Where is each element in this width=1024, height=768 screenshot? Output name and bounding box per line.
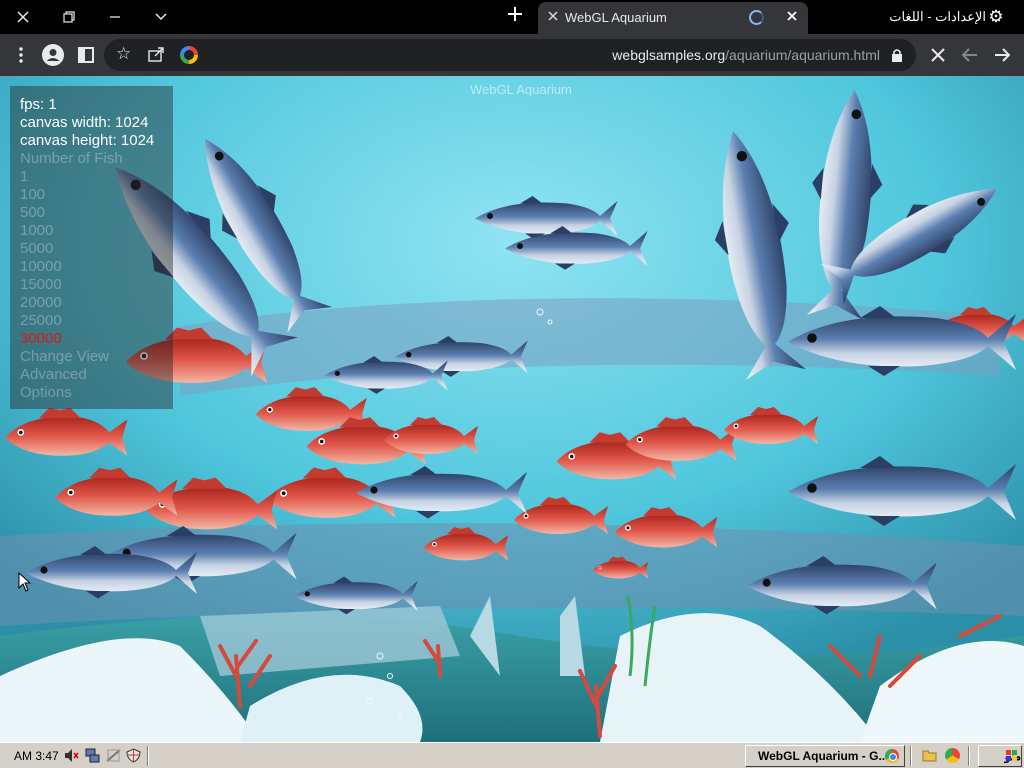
- arrow-right-icon: [995, 48, 1010, 62]
- chrome-icon[interactable]: [945, 748, 960, 763]
- taskbar: AM 3:47 WebGL Aquarium - G... منو: [0, 742, 1024, 768]
- taskbar-window-title: WebGL Aquarium - G...: [758, 749, 889, 763]
- plus-icon: [508, 7, 522, 21]
- address-bar[interactable]: ☆ webglsamples.org/aquarium/aquarium.htm…: [104, 39, 916, 71]
- fish-count-option[interactable]: 500: [20, 204, 45, 222]
- fish-count-option[interactable]: 100: [20, 186, 45, 204]
- options-button[interactable]: Options: [20, 384, 72, 402]
- close-icon: [17, 11, 29, 23]
- tab-title: WebGL Aquarium: [565, 10, 667, 25]
- taskbar-window-button[interactable]: WebGL Aquarium - G...: [745, 745, 905, 767]
- page-title: WebGL Aquarium: [470, 82, 572, 97]
- tab-close-button[interactable]: [783, 8, 801, 26]
- chrome-icon: [885, 749, 899, 763]
- tab-settings[interactable]: الإعدادات - اللغات: [889, 9, 986, 25]
- close-window-button[interactable]: [0, 0, 46, 34]
- advanced-button[interactable]: Advanced: [20, 366, 87, 384]
- new-tab-button[interactable]: [504, 6, 526, 28]
- mouse-cursor-icon: [18, 572, 32, 592]
- back-button[interactable]: [958, 43, 982, 67]
- taskbar-divider: [968, 746, 970, 766]
- profile-icon: [42, 44, 64, 66]
- loading-spinner-icon: [749, 10, 764, 25]
- close-icon: [787, 11, 797, 21]
- folder-icon[interactable]: [922, 748, 937, 763]
- side-panel-icon: [78, 47, 94, 63]
- restore-window-button[interactable]: [46, 0, 92, 34]
- browser-toolbar: ☆ webglsamples.org/aquarium/aquarium.htm…: [0, 34, 1024, 76]
- taskbar-divider: [910, 746, 912, 766]
- tab-webgl-aquarium[interactable]: WebGL Aquarium: [538, 2, 808, 34]
- stop-loading-button[interactable]: [926, 43, 950, 67]
- security-shield-icon[interactable]: [126, 748, 141, 763]
- browser-menu-button[interactable]: [9, 43, 33, 67]
- gear-icon: ⚙: [988, 7, 1004, 26]
- url-text[interactable]: webglsamples.org/aquarium/aquarium.html: [612, 47, 880, 63]
- tab-search-button[interactable]: [138, 0, 184, 34]
- side-panel-button[interactable]: [74, 43, 98, 67]
- tab-close-button[interactable]: [546, 10, 560, 24]
- fish-count-option[interactable]: 10000: [20, 258, 62, 276]
- canvas-width-readout: canvas width: 1024: [20, 114, 149, 131]
- fish-count-heading: Number of Fish: [20, 150, 123, 167]
- taskbar-divider: [147, 746, 149, 766]
- network-disconnected-icon[interactable]: [106, 748, 121, 763]
- minimize-window-button[interactable]: [92, 0, 138, 34]
- google-icon: [180, 46, 198, 64]
- kebab-menu-icon: [19, 47, 23, 63]
- minimize-icon: [110, 16, 120, 18]
- start-button[interactable]: منو: [978, 745, 1022, 767]
- canvas-height-readout: canvas height: 1024: [20, 132, 155, 149]
- webgl-canvas[interactable]: WebGL Aquarium fps: 1 canvas width: 1024…: [0, 76, 1024, 742]
- fps-readout: fps: 1: [20, 96, 57, 113]
- restore-icon: [63, 11, 75, 23]
- fish-count-option[interactable]: 5000: [20, 240, 53, 258]
- close-icon: [931, 48, 945, 62]
- star-icon[interactable]: ☆: [116, 44, 131, 64]
- fish-count-option[interactable]: 20000: [20, 294, 62, 312]
- taskbar-clock[interactable]: AM 3:47: [14, 749, 59, 763]
- fish-count-option[interactable]: 15000: [20, 276, 62, 294]
- chevron-down-icon: [155, 13, 167, 21]
- change-view-button[interactable]: Change View: [20, 348, 109, 366]
- lock-icon[interactable]: [890, 48, 904, 62]
- tab-strip: WebGL Aquarium الإعدادات - اللغات ⚙: [0, 0, 1024, 34]
- profile-button[interactable]: [41, 43, 65, 67]
- share-icon[interactable]: [148, 46, 164, 62]
- forward-button[interactable]: [990, 43, 1014, 67]
- fish-count-option-selected[interactable]: 30000: [20, 330, 62, 348]
- volume-muted-icon[interactable]: [64, 748, 79, 763]
- arrow-left-icon: [962, 48, 977, 62]
- fish-count-option[interactable]: 25000: [20, 312, 62, 330]
- fish-count-option[interactable]: 1: [20, 168, 28, 186]
- windows-logo-icon: [1006, 750, 1017, 761]
- network-icon[interactable]: [85, 748, 100, 763]
- close-icon: [548, 11, 558, 21]
- hud-panel: fps: 1 canvas width: 1024 canvas height:…: [10, 86, 173, 409]
- fish-count-option[interactable]: 1000: [20, 222, 53, 240]
